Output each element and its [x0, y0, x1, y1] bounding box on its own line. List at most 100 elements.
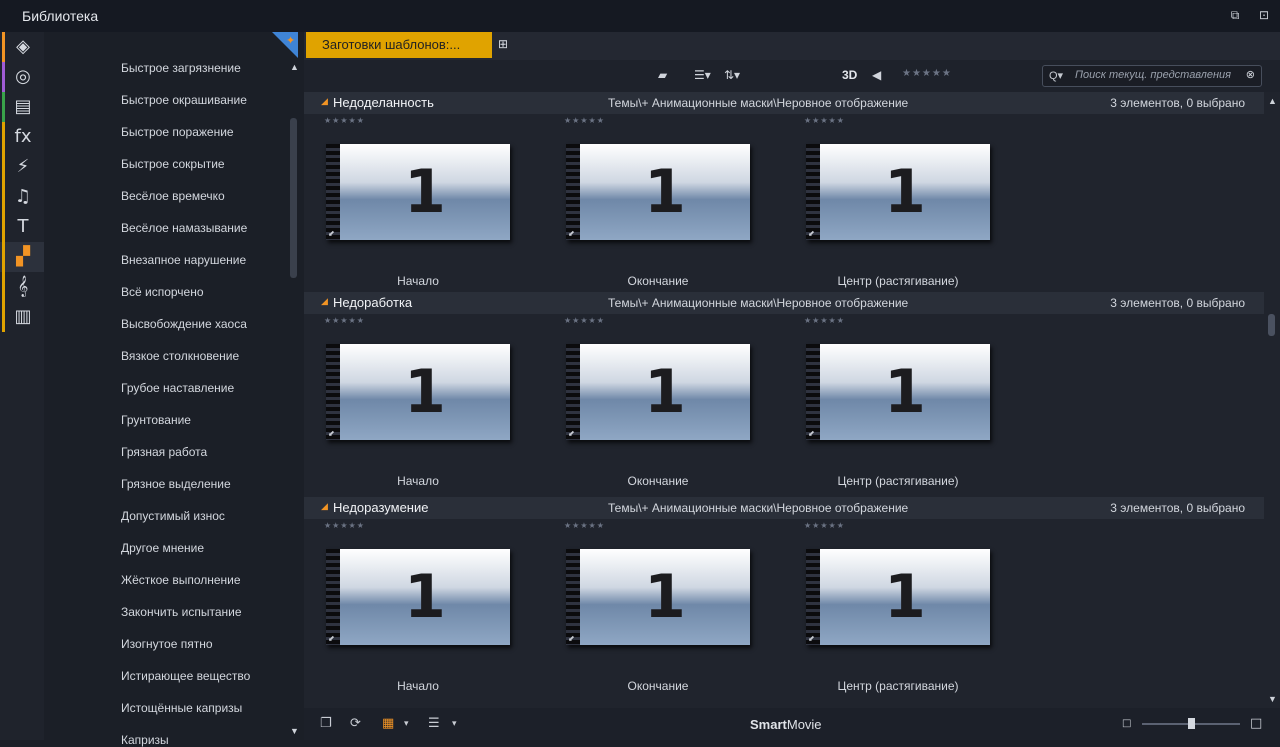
template-thumbnail[interactable]: 1 ⬋ [326, 344, 510, 440]
template-tile[interactable]: ★★★★★ 1 ⬋ Начало [304, 519, 510, 699]
tree-item[interactable]: Всё испорчено [121, 285, 204, 299]
tree-item[interactable]: Допустимый износ [121, 509, 225, 523]
pin-icon: ✦ [286, 35, 296, 47]
tree-scrollbar[interactable] [290, 118, 297, 278]
template-tile[interactable]: ★★★★★ 1 ⬋ Центр (растягивание) [784, 114, 990, 294]
tree-item[interactable]: Изогнутое пятно [121, 637, 213, 651]
template-thumbnail[interactable]: 1 ⬋ [806, 344, 990, 440]
tab-templates[interactable]: Заготовки шаблонов:... [306, 32, 492, 58]
tree-item[interactable]: Грунтование [121, 413, 191, 427]
expand-corner-icon: ⬋ [808, 634, 815, 643]
rating-filter[interactable]: ★★★★★ [902, 68, 952, 79]
tree-item[interactable]: Жёсткое выполнение [121, 573, 241, 587]
3d-filter-button[interactable]: 3D [842, 68, 857, 82]
sort-icon[interactable]: ⇅▾ [724, 68, 740, 84]
template-thumbnail[interactable]: 1 ⬋ [326, 144, 510, 240]
film-strip [806, 144, 820, 240]
template-tile[interactable]: ★★★★★ 1 ⬋ Окончание [544, 314, 750, 494]
grid-view-icon[interactable]: ▦ [382, 716, 394, 731]
zoom-slider[interactable] [1142, 718, 1240, 729]
sync-icon[interactable]: ⟳ [350, 716, 361, 731]
tree-item[interactable]: Закончить испытание [121, 605, 242, 619]
zoom-slider-knob[interactable] [1188, 718, 1195, 729]
content-scrollbar[interactable]: ▲ ▼ [1264, 92, 1280, 708]
category-transition-bolt[interactable]: ⚡ [0, 152, 44, 182]
tile-label: Окончание [627, 474, 689, 488]
tree-item[interactable]: Грубое наставление [121, 381, 234, 395]
tree-item[interactable]: Капризы [121, 733, 169, 747]
tile-rating[interactable]: ★★★★★ [564, 116, 605, 125]
group-header[interactable]: ◢ Недоработка Темы\+ Анимационные маски\Не… [304, 292, 1264, 314]
template-tile[interactable]: ★★★★★ 1 ⬋ Начало [304, 114, 510, 294]
category-music-note[interactable]: ♫ [0, 182, 44, 212]
details-dropdown-icon[interactable]: ▾ [452, 719, 457, 729]
tree-item[interactable]: Быстрое сокрытие [121, 157, 225, 171]
group-header[interactable]: ◢ Недоделанность Темы\+ Анимационные маски… [304, 92, 1264, 114]
scroll-thumb[interactable] [1268, 314, 1275, 336]
category-montage-templates[interactable]: ▞ [0, 242, 44, 272]
small-thumb-icon[interactable]: □ [1122, 718, 1131, 729]
tile-rating[interactable]: ★★★★★ [804, 521, 845, 530]
category-project-box[interactable]: ◈ [0, 32, 44, 62]
pin-corner[interactable]: ✦ [272, 32, 298, 58]
template-thumbnail[interactable]: 1 ⬋ [566, 549, 750, 645]
tile-rating[interactable]: ★★★★★ [804, 316, 845, 325]
category-sound-effects[interactable]: 𝄞 [0, 272, 44, 302]
tile-rating[interactable]: ★★★★★ [804, 116, 845, 125]
category-photos[interactable]: ▤ [0, 92, 44, 122]
tile-rating[interactable]: ★★★★★ [324, 521, 365, 530]
template-thumbnail[interactable]: 1 ⬋ [566, 144, 750, 240]
add-tab-icon[interactable]: ⊞ [498, 37, 514, 53]
template-thumbnail[interactable]: 1 ⬋ [566, 344, 750, 440]
tree-item[interactable]: Грязное выделение [121, 477, 231, 491]
tree-scroll-up-icon[interactable]: ▲ [290, 62, 299, 72]
tile-rating[interactable]: ★★★★★ [324, 316, 365, 325]
folder-icon[interactable]: ▰ [658, 68, 667, 84]
template-thumbnail[interactable]: 1 ⬋ [326, 549, 510, 645]
large-thumb-icon[interactable]: □ [1250, 716, 1262, 731]
tree-item[interactable]: Быстрое окрашивание [121, 93, 247, 107]
list-view-icon[interactable]: ☰▾ [694, 68, 711, 84]
collapse-triangle-icon[interactable]: ◢ [321, 501, 328, 512]
tree-item[interactable]: Быстрое загрязнение [121, 61, 241, 75]
category-film-reel[interactable]: ◎ [0, 62, 44, 92]
undock-icon[interactable]: ⧉ [1228, 8, 1242, 22]
template-tile[interactable]: ★★★★★ 1 ⬋ Начало [304, 314, 510, 494]
tree-item[interactable]: Весёлое времечко [121, 189, 225, 203]
tree-item[interactable]: Внезапное нарушение [121, 253, 246, 267]
tree-scroll-down-icon[interactable]: ▼ [290, 726, 299, 736]
tree-item[interactable]: Быстрое поражение [121, 125, 234, 139]
template-thumbnail[interactable]: 1 ⬋ [806, 549, 990, 645]
tree-item[interactable]: Другое мнение [121, 541, 204, 555]
group-header[interactable]: ◢ Недоразумение Темы\+ Анимационные маски\… [304, 497, 1264, 519]
tile-rating[interactable]: ★★★★★ [324, 116, 365, 125]
tree-item[interactable]: Грязная работа [121, 445, 207, 459]
tree-item[interactable]: Высвобождение хаоса [121, 317, 247, 331]
template-tile[interactable]: ★★★★★ 1 ⬋ Центр (растягивание) [784, 519, 990, 699]
scroll-up-icon[interactable]: ▲ [1268, 96, 1277, 106]
tree-item[interactable]: Истощённые капризы [121, 701, 242, 715]
template-tile[interactable]: ★★★★★ 1 ⬋ Окончание [544, 114, 750, 294]
tree-item[interactable]: Истирающее вещество [121, 669, 250, 683]
details-view-icon[interactable]: ☰ [428, 716, 440, 731]
tile-rating[interactable]: ★★★★★ [564, 316, 605, 325]
copy-icon[interactable]: ❐ [320, 716, 332, 731]
template-tile[interactable]: ★★★★★ 1 ⬋ Центр (растягивание) [784, 314, 990, 494]
scroll-down-icon[interactable]: ▼ [1268, 694, 1277, 704]
search-input[interactable]: Q▾ Поиск текущ. представления ⊗ [1042, 65, 1262, 87]
view-dropdown-icon[interactable]: ▾ [404, 719, 409, 729]
collapse-triangle-icon[interactable]: ◢ [321, 296, 328, 307]
collapse-triangle-icon[interactable]: ◢ [321, 96, 328, 107]
tile-rating[interactable]: ★★★★★ [564, 521, 605, 530]
restore-window-icon[interactable]: ⊡ [1257, 8, 1271, 22]
tree-item[interactable]: Весёлое намазывание [121, 221, 247, 235]
category-fx[interactable]: fx [0, 122, 44, 152]
template-thumbnail[interactable]: 1 ⬋ [806, 144, 990, 240]
category-piano[interactable]: ▥ [0, 302, 44, 332]
smartmovie-button[interactable]: SmartMovie [750, 717, 822, 732]
template-tile[interactable]: ★★★★★ 1 ⬋ Окончание [544, 519, 750, 699]
tree-item[interactable]: Вязкое столкновение [121, 349, 239, 363]
category-title-text[interactable]: T [0, 212, 44, 242]
tag-icon[interactable]: ◀ [872, 68, 881, 84]
clear-search-icon[interactable]: ⊗ [1246, 68, 1255, 81]
